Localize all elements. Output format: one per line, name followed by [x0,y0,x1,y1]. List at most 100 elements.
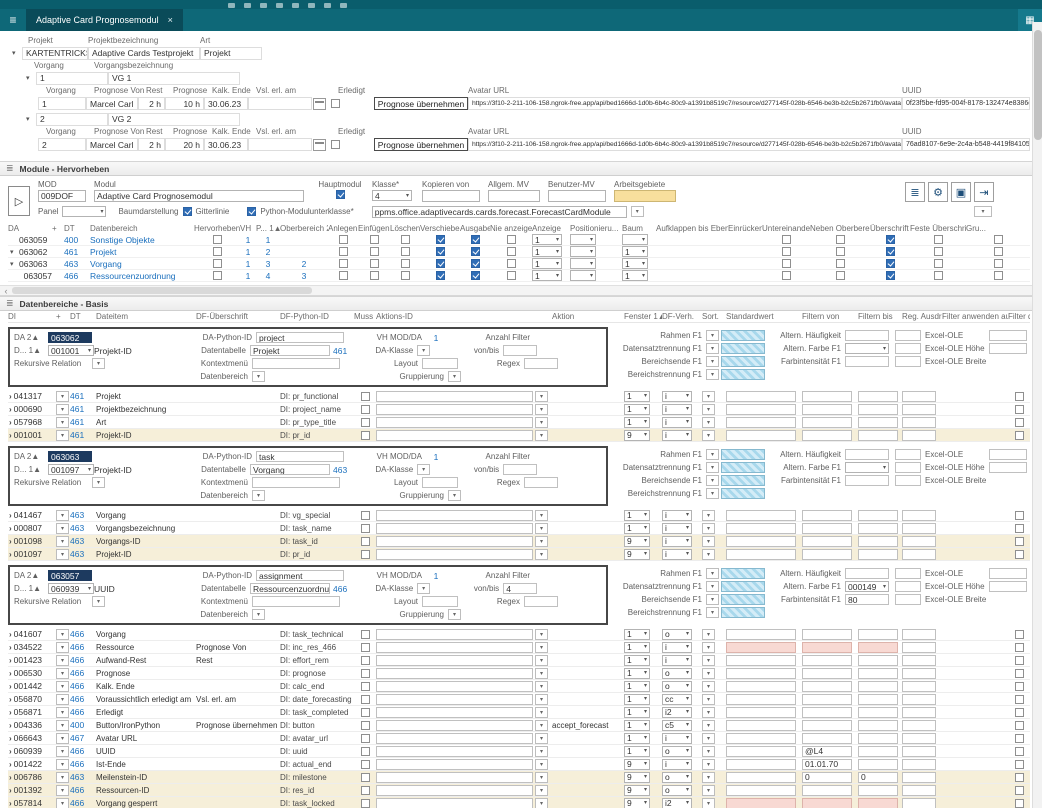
datenbereich-link[interactable]: Ressourcenzuordnung [90,271,194,281]
df-verhalten-dropdown[interactable]: i▾ [662,642,692,653]
filtern-bis-field[interactable] [858,759,898,770]
aktions-id-dropdown[interactable]: ▾ [535,785,548,796]
rekursive-relation-dropdown[interactable]: ▾ [92,596,105,607]
anlegen-checkbox[interactable] [339,271,348,280]
sort-dropdown[interactable]: ▾ [702,523,715,534]
expand-icon[interactable]: › [9,747,12,756]
filtern-bis-field[interactable] [858,746,898,757]
expand-icon[interactable]: › [9,773,12,782]
datentabelle-field[interactable]: Vorgang [250,464,330,475]
klasse-dropdown[interactable]: 4 ▾ [372,190,412,201]
anzahl-filter-field[interactable]: 4 [503,583,537,594]
filtern-bis-field[interactable] [858,642,898,653]
expand-icon[interactable]: › [9,669,12,678]
muss-checkbox[interactable] [361,773,370,782]
altern-farbe-dropdown[interactable]: ▾ [845,343,889,354]
scroll-left-icon[interactable]: ‹ [0,286,12,296]
filter-deaktiviert-checkbox[interactable] [1015,537,1024,546]
loeschen-checkbox[interactable] [401,271,410,280]
aktions-id-field[interactable] [376,391,533,402]
df-verhalten-dropdown[interactable]: o▾ [662,772,692,783]
mod-field[interactable]: 009DOF [38,190,86,202]
anzeige-dropdown[interactable]: 1▾ [532,246,562,257]
df-verhalten-dropdown[interactable]: i▾ [662,417,692,428]
verschieben-checkbox[interactable] [436,259,445,268]
print-button[interactable]: ▣ [951,182,971,202]
reg-ausdruck-field[interactable] [902,746,936,757]
gruppierung-checkbox[interactable] [994,259,1003,268]
di-dropdown[interactable]: ▾ [56,772,69,783]
erledigt-checkbox[interactable] [331,99,340,108]
filtern-bis-field[interactable] [858,549,898,560]
vorgang-group-cell[interactable]: 2 [36,113,108,126]
standardwert-field[interactable] [726,746,796,757]
module-options-dropdown[interactable]: ▾ [974,206,992,217]
excel-ole-hoehe-value[interactable] [989,462,1027,473]
muss-checkbox[interactable] [361,799,370,808]
filtern-von-field[interactable] [802,629,852,640]
python-modulunterklasse-checkbox[interactable] [247,207,256,216]
aktions-id-field[interactable] [376,549,533,560]
filtern-bis-field[interactable] [858,694,898,705]
expand-icon[interactable]: ▾ [10,260,19,268]
di-dropdown[interactable]: ▾ [56,694,69,705]
reg-ausdruck-field[interactable] [902,430,936,441]
muss-checkbox[interactable] [361,392,370,401]
filtern-bis-field[interactable]: 0 [858,772,898,783]
aktions-id-dropdown[interactable]: ▾ [535,733,548,744]
datenbereich-link[interactable]: Projekt [90,247,194,257]
aktions-id-dropdown[interactable]: ▾ [535,629,548,640]
toolbar-icon[interactable] [276,3,283,8]
di-dropdown[interactable]: ▾ [56,733,69,744]
aktions-id-dropdown[interactable]: ▾ [535,655,548,666]
rahmen-dropdown[interactable]: ▾ [706,330,719,341]
regex-field[interactable] [524,358,558,369]
expand-icon[interactable]: › [9,643,12,652]
feste-ueberschrift-checkbox[interactable] [934,235,943,244]
di-dropdown[interactable]: ▾ [56,668,69,679]
positionierung-dropdown[interactable]: ▾ [570,258,596,269]
filter-deaktiviert-checkbox[interactable] [1015,734,1024,743]
anlegen-checkbox[interactable] [339,259,348,268]
untereinander-checkbox[interactable] [782,247,791,256]
baum-dropdown[interactable]: 1▾ [622,246,648,257]
fenster-dropdown[interactable]: 1▾ [624,404,650,415]
anzeige-dropdown[interactable]: 1▾ [532,234,562,245]
positionierung-dropdown[interactable]: ▾ [570,246,596,257]
aktions-id-dropdown[interactable]: ▾ [535,510,548,521]
einfuegen-checkbox[interactable] [370,235,379,244]
fenster-dropdown[interactable]: 1▾ [624,733,650,744]
nie-checkbox[interactable] [507,235,516,244]
muss-checkbox[interactable] [361,511,370,520]
di-dropdown[interactable]: ▾ [56,510,69,521]
sort-dropdown[interactable]: ▾ [702,536,715,547]
feste-ueberschrift-checkbox[interactable] [934,247,943,256]
aktions-id-field[interactable] [376,629,533,640]
ausgabe-checkbox[interactable] [471,271,480,280]
untereinander-checkbox[interactable] [782,271,791,280]
standardwert-field[interactable] [726,720,796,731]
expand-icon[interactable]: › [9,418,12,427]
sort-dropdown[interactable]: ▾ [702,694,715,705]
da-klasse-dropdown[interactable]: ▾ [417,464,430,475]
layout-field[interactable] [422,596,458,607]
muss-checkbox[interactable] [361,708,370,717]
reg-ausdruck-field[interactable] [902,391,936,402]
anzeige-dropdown[interactable]: 1▾ [532,270,562,281]
datentabelle-field[interactable]: Ressourcenzuordnung [250,583,330,594]
reg-ausdruck-field[interactable] [902,681,936,692]
aktions-id-field[interactable] [376,785,533,796]
excel-ole-hoehe-value[interactable] [989,581,1027,592]
expand-icon[interactable]: › [9,760,12,769]
excel-ole-width-field[interactable] [989,449,1027,460]
altern-farbe-dropdown[interactable]: 000149▾ [845,581,889,592]
standardwert-field[interactable] [726,759,796,770]
di-dropdown[interactable]: ▾ [56,759,69,770]
bereichsende-dropdown[interactable]: ▾ [706,356,719,367]
regex-field[interactable] [524,477,558,488]
filtern-von-field[interactable] [802,733,852,744]
filter-deaktiviert-checkbox[interactable] [1015,669,1024,678]
aktions-id-field[interactable] [376,536,533,547]
reg-ausdruck-field[interactable] [902,510,936,521]
hauptmodul-checkbox[interactable] [336,190,345,199]
